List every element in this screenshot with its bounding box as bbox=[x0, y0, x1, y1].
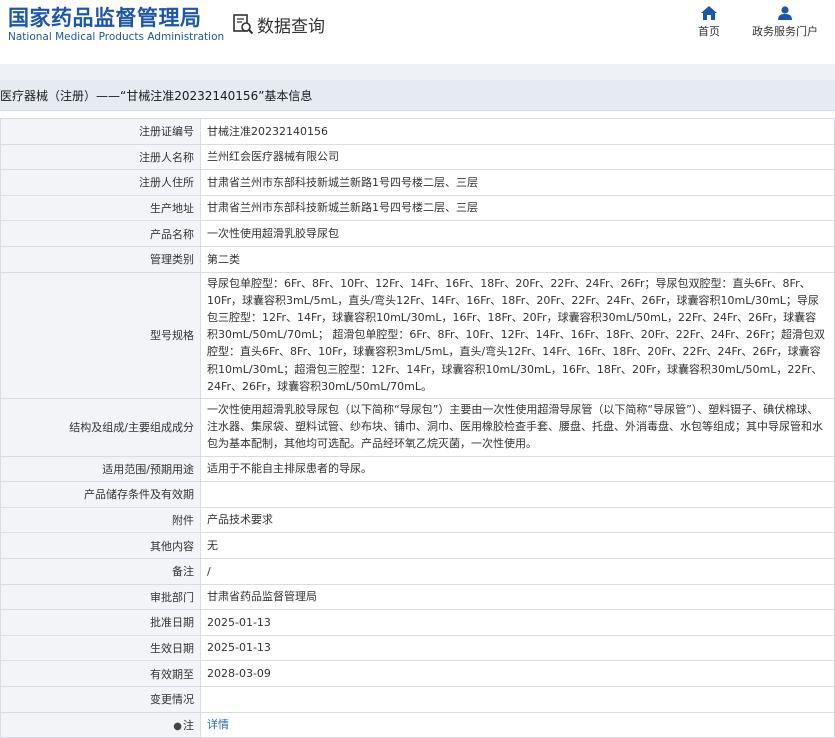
field-label: 附件 bbox=[0, 506, 201, 534]
field-value: 甘肃省兰州市东部科技新城兰新路1号四号楼二层、三层 bbox=[200, 194, 835, 222]
field-value: 无 bbox=[200, 532, 835, 559]
table-row: 产品名称 一次性使用超滑乳胶导尿包 bbox=[0, 220, 835, 247]
data-query-label: 数据查询 bbox=[257, 16, 325, 37]
field-value: 导尿包单腔型：6Fr、8Fr、10Fr、12Fr、14Fr、16Fr、18Fr、… bbox=[200, 271, 835, 399]
table-row: 生效日期 2025-01-13 bbox=[0, 634, 835, 662]
record-title: 医疗器械（注册）——“甘械注准20232140156”基本信息 bbox=[0, 89, 313, 103]
field-value bbox=[200, 481, 835, 508]
table-row: 审批部门 甘肃省药品监督管理局 bbox=[0, 583, 835, 611]
field-label: 备注 bbox=[0, 557, 201, 585]
nav-home-label: 首页 bbox=[698, 25, 720, 38]
note-label-cell: ●注 bbox=[0, 711, 201, 738]
table-row: 变更情况 bbox=[0, 685, 835, 713]
table-row: 批准日期 2025-01-13 bbox=[0, 609, 835, 636]
field-label: 产品名称 bbox=[0, 220, 201, 247]
header-divider-band bbox=[0, 64, 835, 80]
table-row: 型号规格 导尿包单腔型：6Fr、8Fr、10Fr、12Fr、14Fr、16Fr、… bbox=[0, 271, 835, 399]
table-row: 管理类别 第二类 bbox=[0, 245, 835, 273]
field-value: 一次性使用超滑乳胶导尿包 bbox=[200, 220, 835, 247]
table-row: 其他内容 无 bbox=[0, 532, 835, 559]
site-logo-chinese[interactable]: 国家药品监督管理局 bbox=[8, 2, 202, 32]
field-value: 第二类 bbox=[200, 245, 835, 273]
field-label: 生效日期 bbox=[0, 634, 201, 662]
field-label: 审批部门 bbox=[0, 583, 201, 611]
nav-home-link[interactable]: 首页 bbox=[696, 6, 722, 39]
field-value: 产品技术要求 bbox=[200, 506, 835, 534]
table-row: 适用范围/预期用途 适用于不能自主排尿患者的导尿。 bbox=[0, 455, 835, 483]
table-row: ●注 详情 bbox=[0, 711, 835, 738]
field-value: 适用于不能自主排尿患者的导尿。 bbox=[200, 455, 835, 483]
field-value: 甘肃省药品监督管理局 bbox=[200, 583, 835, 611]
field-label: 批准日期 bbox=[0, 609, 201, 636]
field-value: 甘械注准20232140156 bbox=[200, 118, 835, 145]
field-label: 产品储存条件及有效期 bbox=[0, 481, 201, 508]
field-label: 注册人住所 bbox=[0, 169, 201, 196]
nav-service-label: 政务服务门户 bbox=[752, 25, 818, 38]
field-label: 型号规格 bbox=[0, 271, 201, 399]
table-row: 生产地址 甘肃省兰州市东部科技新城兰新路1号四号楼二层、三层 bbox=[0, 194, 835, 222]
field-value: 一次性使用超滑乳胶导尿包（以下简称“导尿包”）主要由一次性使用超滑导尿管（以下简… bbox=[200, 397, 835, 457]
field-label: 结构及组成/主要组成成分 bbox=[0, 397, 201, 457]
table-row: 附件 产品技术要求 bbox=[0, 506, 835, 534]
table-row: 注册证编号 甘械注准20232140156 bbox=[0, 118, 835, 145]
field-label: 注 bbox=[183, 718, 194, 732]
record-title-bar: 医疗器械（注册）——“甘械注准20232140156”基本信息 bbox=[0, 80, 835, 111]
table-row: 注册人名称 兰州红会医疗器械有限公司 bbox=[0, 143, 835, 171]
field-label: 有效期至 bbox=[0, 660, 201, 687]
field-value: 2025-01-13 bbox=[200, 609, 835, 636]
nav-service-portal-link[interactable]: 政务服务门户 bbox=[750, 6, 820, 39]
registration-info-table: 注册证编号 甘械注准20232140156 注册人名称 兰州红会医疗器械有限公司… bbox=[0, 118, 835, 738]
table-row: 产品储存条件及有效期 bbox=[0, 481, 835, 508]
site-header: 国家药品监督管理局 National Medical Products Admi… bbox=[0, 0, 835, 60]
field-value: 2028-03-09 bbox=[200, 660, 835, 687]
field-value bbox=[200, 685, 835, 713]
field-value: 兰州红会医疗器械有限公司 bbox=[200, 143, 835, 171]
field-value: 甘肃省兰州市东部科技新城兰新路1号四号楼二层、三层 bbox=[200, 169, 835, 196]
field-label: 注册证编号 bbox=[0, 118, 201, 145]
field-label: 注册人名称 bbox=[0, 143, 201, 171]
pin-icon: ● bbox=[173, 720, 182, 732]
site-logo-english[interactable]: National Medical Products Administration bbox=[8, 31, 224, 43]
table-row: 注册人住所 甘肃省兰州市东部科技新城兰新路1号四号楼二层、三层 bbox=[0, 169, 835, 196]
note-value-cell: 详情 bbox=[200, 711, 835, 738]
details-link[interactable]: 详情 bbox=[207, 718, 229, 731]
user-icon bbox=[778, 6, 792, 20]
document-search-icon bbox=[233, 14, 254, 35]
table-row: 备注 / bbox=[0, 557, 835, 585]
data-query-heading: 数据查询 bbox=[232, 12, 325, 37]
field-label: 变更情况 bbox=[0, 685, 201, 713]
field-label: 适用范围/预期用途 bbox=[0, 455, 201, 483]
table-row: 结构及组成/主要组成成分 一次性使用超滑乳胶导尿包（以下简称“导尿包”）主要由一… bbox=[0, 397, 835, 457]
field-label: 其他内容 bbox=[0, 532, 201, 559]
table-row: 有效期至 2028-03-09 bbox=[0, 660, 835, 687]
field-label: 生产地址 bbox=[0, 194, 201, 222]
field-label: 管理类别 bbox=[0, 245, 201, 273]
field-value: / bbox=[200, 557, 835, 585]
home-icon bbox=[701, 6, 717, 20]
field-value: 2025-01-13 bbox=[200, 634, 835, 662]
